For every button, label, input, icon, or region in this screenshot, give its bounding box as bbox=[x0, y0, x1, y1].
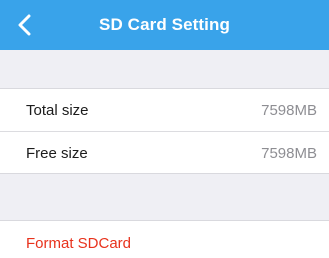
total-size-row: Total size 7598MB bbox=[0, 89, 329, 131]
section-spacer bbox=[0, 50, 329, 88]
format-action-group: Format SDCard bbox=[0, 220, 329, 258]
page-title: SD Card Setting bbox=[99, 15, 230, 34]
total-size-label: Total size bbox=[26, 101, 89, 119]
free-size-value: 7598MB bbox=[261, 144, 317, 162]
sd-card-setting-screen: SD Card Setting Total size 7598MB Free s… bbox=[0, 0, 329, 258]
total-size-value: 7598MB bbox=[261, 101, 317, 119]
storage-info-group: Total size 7598MB Free size 7598MB bbox=[0, 88, 329, 174]
navigation-bar: SD Card Setting bbox=[0, 0, 329, 50]
format-sdcard-button[interactable]: Format SDCard bbox=[0, 221, 329, 258]
free-size-row: Free size 7598MB bbox=[0, 131, 329, 174]
free-size-label: Free size bbox=[26, 144, 88, 162]
